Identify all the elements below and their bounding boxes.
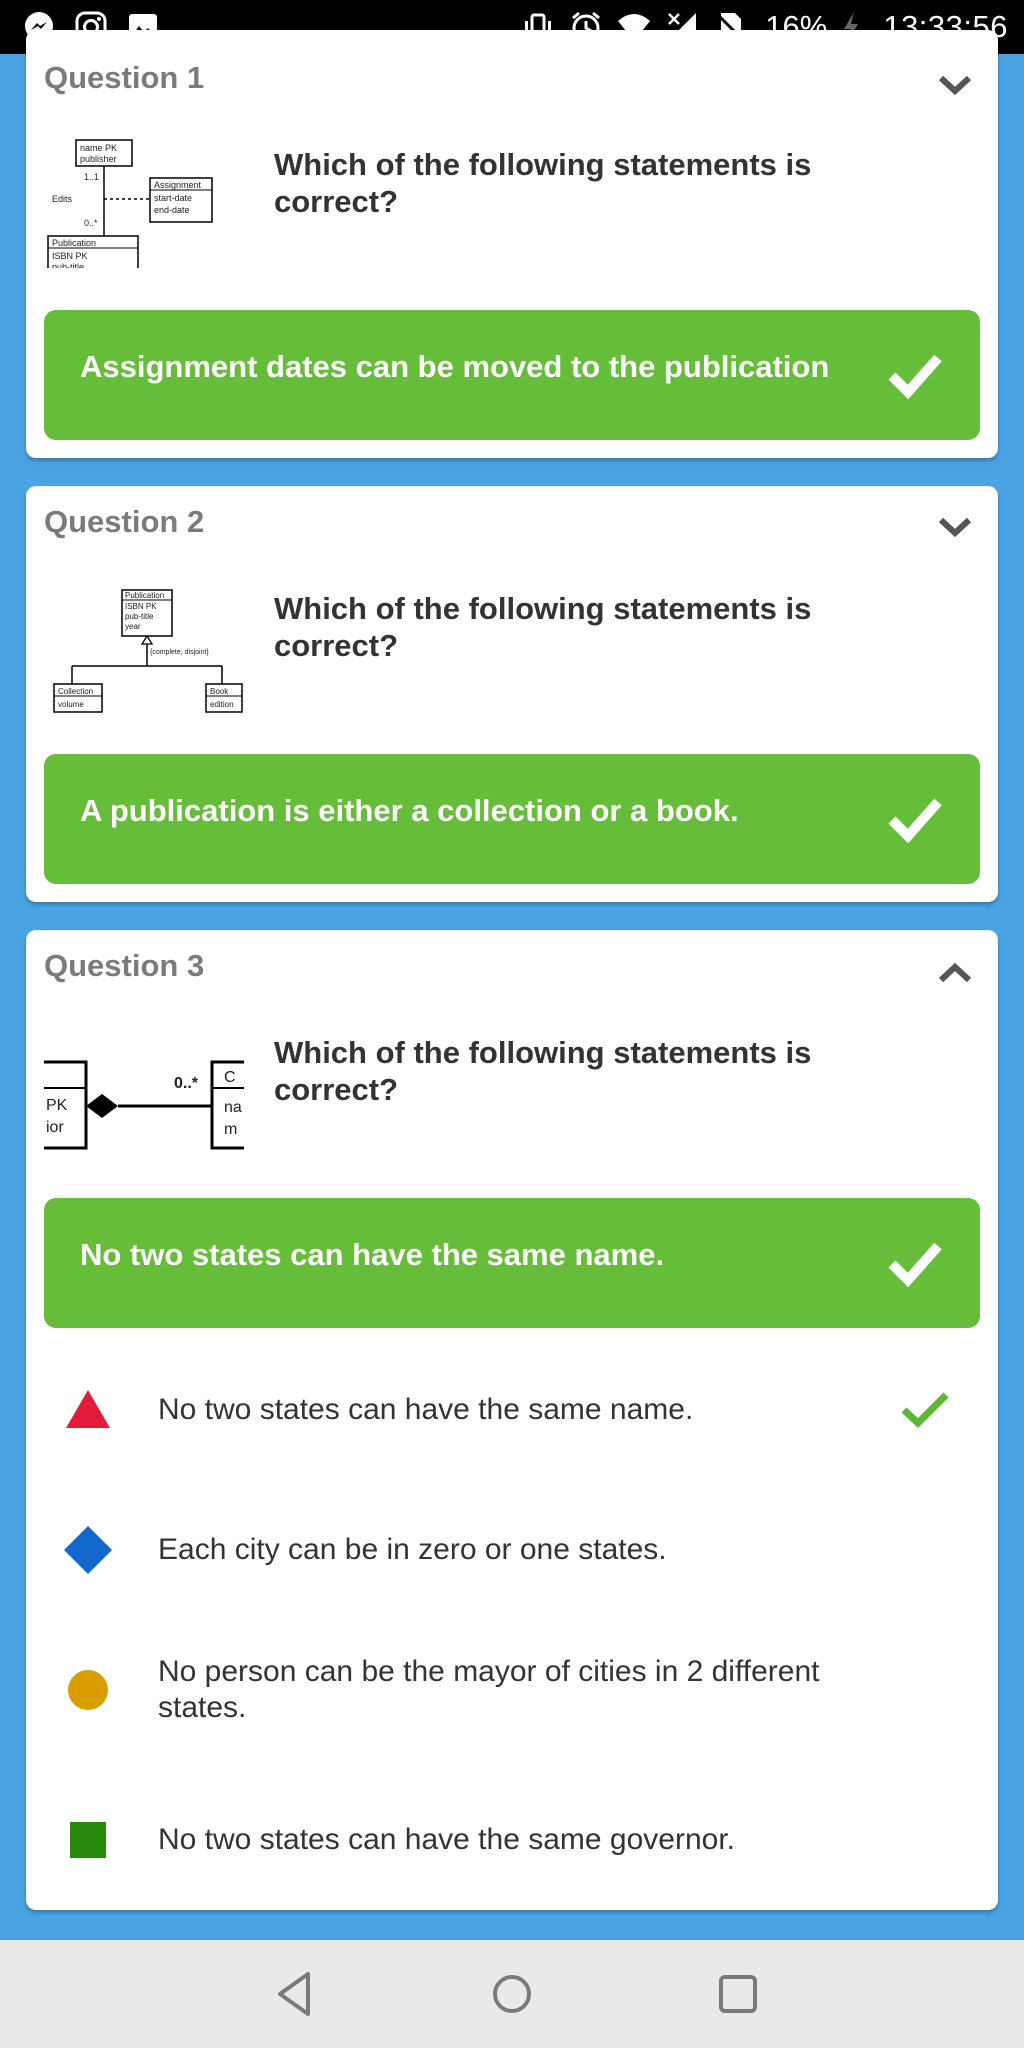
diagram-label: ior — [46, 1119, 64, 1136]
diagram-box-text: pub-title — [125, 612, 154, 621]
diagram-label: C — [224, 1069, 236, 1086]
diagram-box-text: Publication — [52, 238, 96, 248]
navigation-bar — [0, 1940, 1024, 2048]
answer-option-3: No person can be the mayor of cities in … — [44, 1640, 980, 1740]
question-prompt: Which of the following statements is cor… — [274, 591, 812, 663]
home-icon[interactable] — [486, 1968, 538, 2020]
question-diagram: Publication ISBN PK pub-title year {comp… — [53, 589, 243, 713]
question-diagram: name PK publisher 1..1 Edits 0..* Assign… — [47, 139, 213, 268]
diagram-box-text: Assignment — [154, 180, 202, 190]
triangle-icon — [66, 1390, 110, 1428]
question-card-1[interactable]: Question 1 name PK publisher 1..1 Edits … — [26, 30, 998, 458]
check-icon — [888, 798, 942, 844]
answer-option-2: Each city can be in zero or one states. — [44, 1510, 980, 1590]
question-title: Question 1 — [44, 60, 205, 95]
diagram-box-text: ISBN PK — [52, 251, 88, 261]
correct-answer-bar: Assignment dates can be moved to the pub… — [44, 310, 980, 440]
correct-answer-bar: No two states can have the same name. — [44, 1198, 980, 1328]
circle-icon — [68, 1670, 108, 1710]
back-icon[interactable] — [268, 1968, 320, 2020]
diagram-label: 0..* — [84, 218, 98, 228]
answer-option-4: No two states can have the same governor… — [44, 1800, 980, 1880]
correct-answer-text: A publication is either a collection or … — [80, 793, 739, 828]
diagram-label: 0..* — [174, 1075, 199, 1092]
correct-answer-text: No two states can have the same name. — [80, 1237, 665, 1272]
chevron-down-icon[interactable] — [938, 516, 972, 538]
diagram-label: PK — [46, 1097, 68, 1114]
chevron-up-icon[interactable] — [938, 962, 972, 984]
question-diagram: PK ior 0..* C na m — [44, 1060, 244, 1150]
diagram-box-text: Collection — [58, 687, 93, 696]
square-icon — [70, 1822, 106, 1858]
diagram-label: m — [224, 1121, 237, 1138]
question-title: Question 3 — [44, 948, 205, 983]
chevron-down-icon[interactable] — [938, 74, 972, 96]
correct-answer-text: Assignment dates can be moved to the pub… — [80, 349, 830, 384]
diagram-label: 1..1 — [84, 172, 99, 182]
diagram-box-text: Publication — [125, 591, 164, 600]
diagram-box-text: volume — [58, 700, 84, 709]
diagram-label: {complete, disjoint} — [150, 649, 209, 656]
diagram-box-text: edition — [210, 700, 234, 709]
check-icon — [901, 1392, 949, 1428]
option-text: No person can be the mayor of cities in … — [158, 1655, 820, 1724]
question-prompt: Which of the following statements is cor… — [274, 1035, 812, 1107]
diagram-box-text: pub-title — [52, 262, 84, 268]
diagram-box-text: publisher — [80, 154, 117, 164]
diagram-box-text: ISBN PK — [125, 602, 157, 611]
diagram-box-text: end-date — [154, 205, 190, 215]
check-icon — [888, 1242, 942, 1288]
question-card-3[interactable]: Question 3 PK ior 0..* C na m Which of t… — [26, 930, 998, 1910]
question-card-2[interactable]: Question 2 Publication ISBN PK pub-title… — [26, 486, 998, 902]
diagram-label: na — [224, 1099, 242, 1116]
correct-answer-bar: A publication is either a collection or … — [44, 754, 980, 884]
option-text: No two states can have the same governor… — [158, 1823, 735, 1856]
diamond-icon — [64, 1526, 112, 1574]
question-title: Question 2 — [44, 504, 205, 539]
diagram-label: Edits — [52, 194, 73, 204]
diagram-box-text: year — [125, 622, 141, 631]
diagram-box-text: start-date — [154, 193, 192, 203]
diagram-box-text: Book — [210, 687, 229, 696]
diagram-box-text: name PK — [80, 143, 117, 153]
recents-icon[interactable] — [712, 1968, 764, 2020]
question-prompt: Which of the following statements is cor… — [274, 147, 812, 219]
option-text: Each city can be in zero or one states. — [158, 1533, 667, 1566]
answer-option-1: No two states can have the same name. — [44, 1370, 980, 1450]
check-icon — [888, 354, 942, 400]
option-text: No two states can have the same name. — [158, 1393, 694, 1426]
